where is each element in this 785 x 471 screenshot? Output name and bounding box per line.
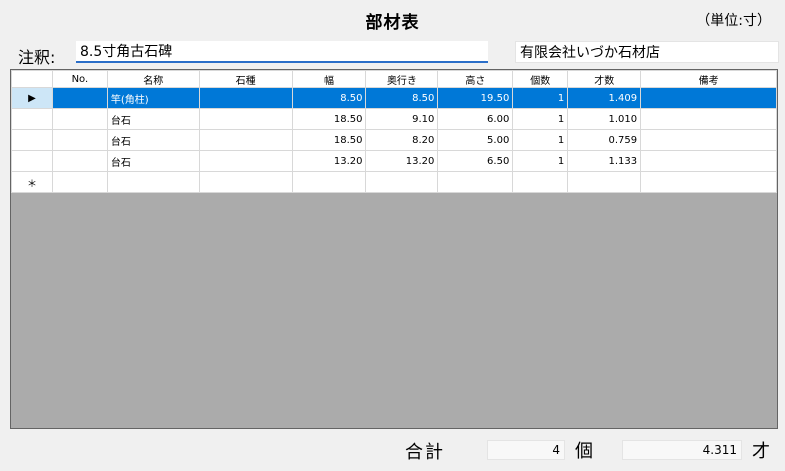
table-row[interactable]: 台石 18.50 8.20 5.00 1 0.759 xyxy=(11,129,777,151)
cell-name[interactable]: 台石 xyxy=(106,108,200,130)
row-selector[interactable] xyxy=(11,129,53,151)
new-cell[interactable] xyxy=(198,171,293,193)
cell-no[interactable] xyxy=(51,150,108,172)
note-label: 注釈: xyxy=(18,48,56,67)
company-input[interactable] xyxy=(515,41,779,63)
new-cell[interactable] xyxy=(512,171,569,193)
column-header-height[interactable]: 高さ xyxy=(437,70,514,88)
sai-unit-label: 才 xyxy=(752,441,770,462)
cell-height[interactable]: 6.50 xyxy=(437,150,514,172)
cell-sai[interactable]: 1.010 xyxy=(567,108,642,130)
cell-stone[interactable] xyxy=(198,129,293,151)
parts-table: No. 名称 石種 幅 奥行き 高さ 個数 才数 備考 ▶ 竿(角柱) 8.50… xyxy=(11,70,777,193)
cell-width[interactable]: 18.50 xyxy=(291,129,367,151)
cell-depth[interactable]: 9.10 xyxy=(365,108,439,130)
cell-count[interactable]: 1 xyxy=(512,108,569,130)
new-cell[interactable] xyxy=(291,171,367,193)
cell-width[interactable]: 13.20 xyxy=(291,150,367,172)
table-row[interactable]: 台石 13.20 13.20 6.50 1 1.133 xyxy=(11,150,777,172)
column-header-name[interactable]: 名称 xyxy=(106,70,200,88)
column-header-selector[interactable] xyxy=(11,70,53,88)
cell-count[interactable]: 1 xyxy=(512,150,569,172)
cell-stone[interactable] xyxy=(198,150,293,172)
cell-sai[interactable]: 0.759 xyxy=(567,129,642,151)
column-header-sai[interactable]: 才数 xyxy=(567,70,642,88)
column-header-stone[interactable]: 石種 xyxy=(198,70,293,88)
total-count-field: 4 xyxy=(487,440,565,460)
cell-height[interactable]: 5.00 xyxy=(437,129,514,151)
new-row[interactable]: ＊ xyxy=(11,171,777,193)
cell-note[interactable] xyxy=(640,108,777,130)
row-selector-current[interactable]: ▶ xyxy=(11,87,53,109)
unit-label: （単位:寸） xyxy=(696,13,771,29)
cell-width[interactable]: 18.50 xyxy=(291,108,367,130)
new-cell[interactable] xyxy=(106,171,200,193)
cell-name[interactable]: 台石 xyxy=(106,150,200,172)
cell-count[interactable]: 1 xyxy=(512,129,569,151)
cell-note[interactable] xyxy=(640,87,777,109)
cell-name[interactable]: 竿(角柱) xyxy=(106,87,200,109)
new-cell[interactable] xyxy=(51,171,108,193)
cell-width[interactable]: 8.50 xyxy=(291,87,367,109)
column-header-depth[interactable]: 奥行き xyxy=(365,70,439,88)
cell-name[interactable]: 台石 xyxy=(106,129,200,151)
total-sai-field: 4.311 xyxy=(622,440,742,460)
cell-depth[interactable]: 13.20 xyxy=(365,150,439,172)
total-label: 合計 xyxy=(405,442,445,463)
cell-height[interactable]: 19.50 xyxy=(437,87,514,109)
new-cell[interactable] xyxy=(365,171,439,193)
table-row[interactable]: ▶ 竿(角柱) 8.50 8.50 19.50 1 1.409 xyxy=(11,87,777,109)
cell-no[interactable] xyxy=(51,87,108,109)
cell-no[interactable] xyxy=(51,129,108,151)
parts-grid[interactable]: No. 名称 石種 幅 奥行き 高さ 個数 才数 備考 ▶ 竿(角柱) 8.50… xyxy=(10,69,778,429)
cell-depth[interactable]: 8.20 xyxy=(365,129,439,151)
column-header-note[interactable]: 備考 xyxy=(640,70,777,88)
cell-sai[interactable]: 1.133 xyxy=(567,150,642,172)
note-input[interactable] xyxy=(76,41,488,63)
page-title: 部材表 xyxy=(365,13,420,33)
table-row[interactable]: 台石 18.50 9.10 6.00 1 1.010 xyxy=(11,108,777,130)
column-header-count[interactable]: 個数 xyxy=(512,70,569,88)
cell-stone[interactable] xyxy=(198,87,293,109)
column-header-no[interactable]: No. xyxy=(51,70,108,88)
new-cell[interactable] xyxy=(437,171,514,193)
new-cell[interactable] xyxy=(567,171,642,193)
cell-height[interactable]: 6.00 xyxy=(437,108,514,130)
new-row-marker[interactable]: ＊ xyxy=(11,171,53,193)
cell-count[interactable]: 1 xyxy=(512,87,569,109)
column-header-width[interactable]: 幅 xyxy=(291,70,367,88)
row-selector[interactable] xyxy=(11,150,53,172)
header-row: No. 名称 石種 幅 奥行き 高さ 個数 才数 備考 xyxy=(11,70,777,88)
cell-stone[interactable] xyxy=(198,108,293,130)
cell-note[interactable] xyxy=(640,150,777,172)
row-selector[interactable] xyxy=(11,108,53,130)
cell-note[interactable] xyxy=(640,129,777,151)
cell-sai[interactable]: 1.409 xyxy=(567,87,642,109)
cell-no[interactable] xyxy=(51,108,108,130)
new-cell[interactable] xyxy=(640,171,777,193)
count-unit-label: 個 xyxy=(575,441,593,462)
cell-depth[interactable]: 8.50 xyxy=(365,87,439,109)
